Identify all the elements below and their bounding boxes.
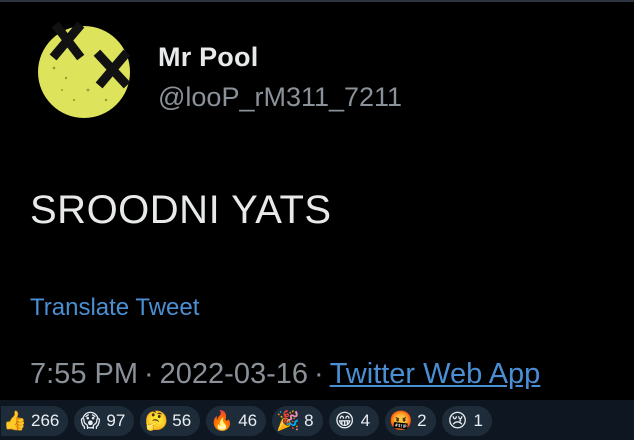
thinking-face-icon: 🤔 <box>144 410 169 432</box>
display-name[interactable]: Mr Pool <box>158 42 258 73</box>
reaction-screaming[interactable]: 😱 97 <box>74 406 135 436</box>
tweet-meta: 7:55 PM · 2022-03-16 · Twitter Web App <box>30 358 540 391</box>
user-handle[interactable]: @looP_rM311_7211 <box>158 82 402 113</box>
fire-icon: 🔥 <box>210 410 235 432</box>
meta-separator: · <box>144 358 154 390</box>
reaction-party[interactable]: 🎉 8 <box>272 406 323 436</box>
reaction-count: 266 <box>31 411 60 430</box>
reaction-count: 56 <box>172 411 192 430</box>
reaction-count: 97 <box>106 411 126 430</box>
yellow-face-x-eyes-icon[interactable] <box>26 20 142 120</box>
reaction-thinking[interactable]: 🤔 56 <box>140 406 201 436</box>
tweet-text: SROODNI YATS <box>30 188 332 232</box>
reaction-count: 1 <box>473 411 484 430</box>
reaction-count: 8 <box>304 411 314 430</box>
meta-separator: · <box>314 358 324 390</box>
reaction-swearing[interactable]: 🤬 2 <box>385 406 436 436</box>
swearing-face-icon: 🤬 <box>389 410 413 432</box>
screaming-face-icon: 😱 <box>80 410 101 432</box>
reaction-count: 2 <box>417 411 427 430</box>
translate-tweet-link[interactable]: Translate Tweet <box>30 294 199 322</box>
grinning-face-icon: 😁 <box>334 410 355 432</box>
party-popper-icon: 🎉 <box>276 410 300 432</box>
crying-face-icon: 😢 <box>447 410 468 432</box>
reaction-thumbs-up[interactable]: 👍 266 <box>1 406 69 436</box>
reaction-count: 46 <box>238 411 258 430</box>
tweet-date: 2022-03-16 <box>159 358 309 390</box>
tweet-time: 7:55 PM <box>30 358 138 390</box>
tweet-card: Mr Pool @looP_rM311_7211 SROODNI YATS Tr… <box>0 2 634 400</box>
reactions-bar: 👍 266 😱 97 🤔 56 🔥 46 🎉 8 😁 4 🤬 2 😢 1 <box>0 404 634 438</box>
reaction-grinning[interactable]: 😁 4 <box>328 406 380 436</box>
reaction-count: 4 <box>360 411 371 430</box>
reaction-crying[interactable]: 😢 1 <box>441 406 493 436</box>
tweet-source-link[interactable]: Twitter Web App <box>330 358 541 390</box>
reaction-fire[interactable]: 🔥 46 <box>206 406 267 436</box>
thumbs-up-icon: 👍 <box>3 410 27 432</box>
